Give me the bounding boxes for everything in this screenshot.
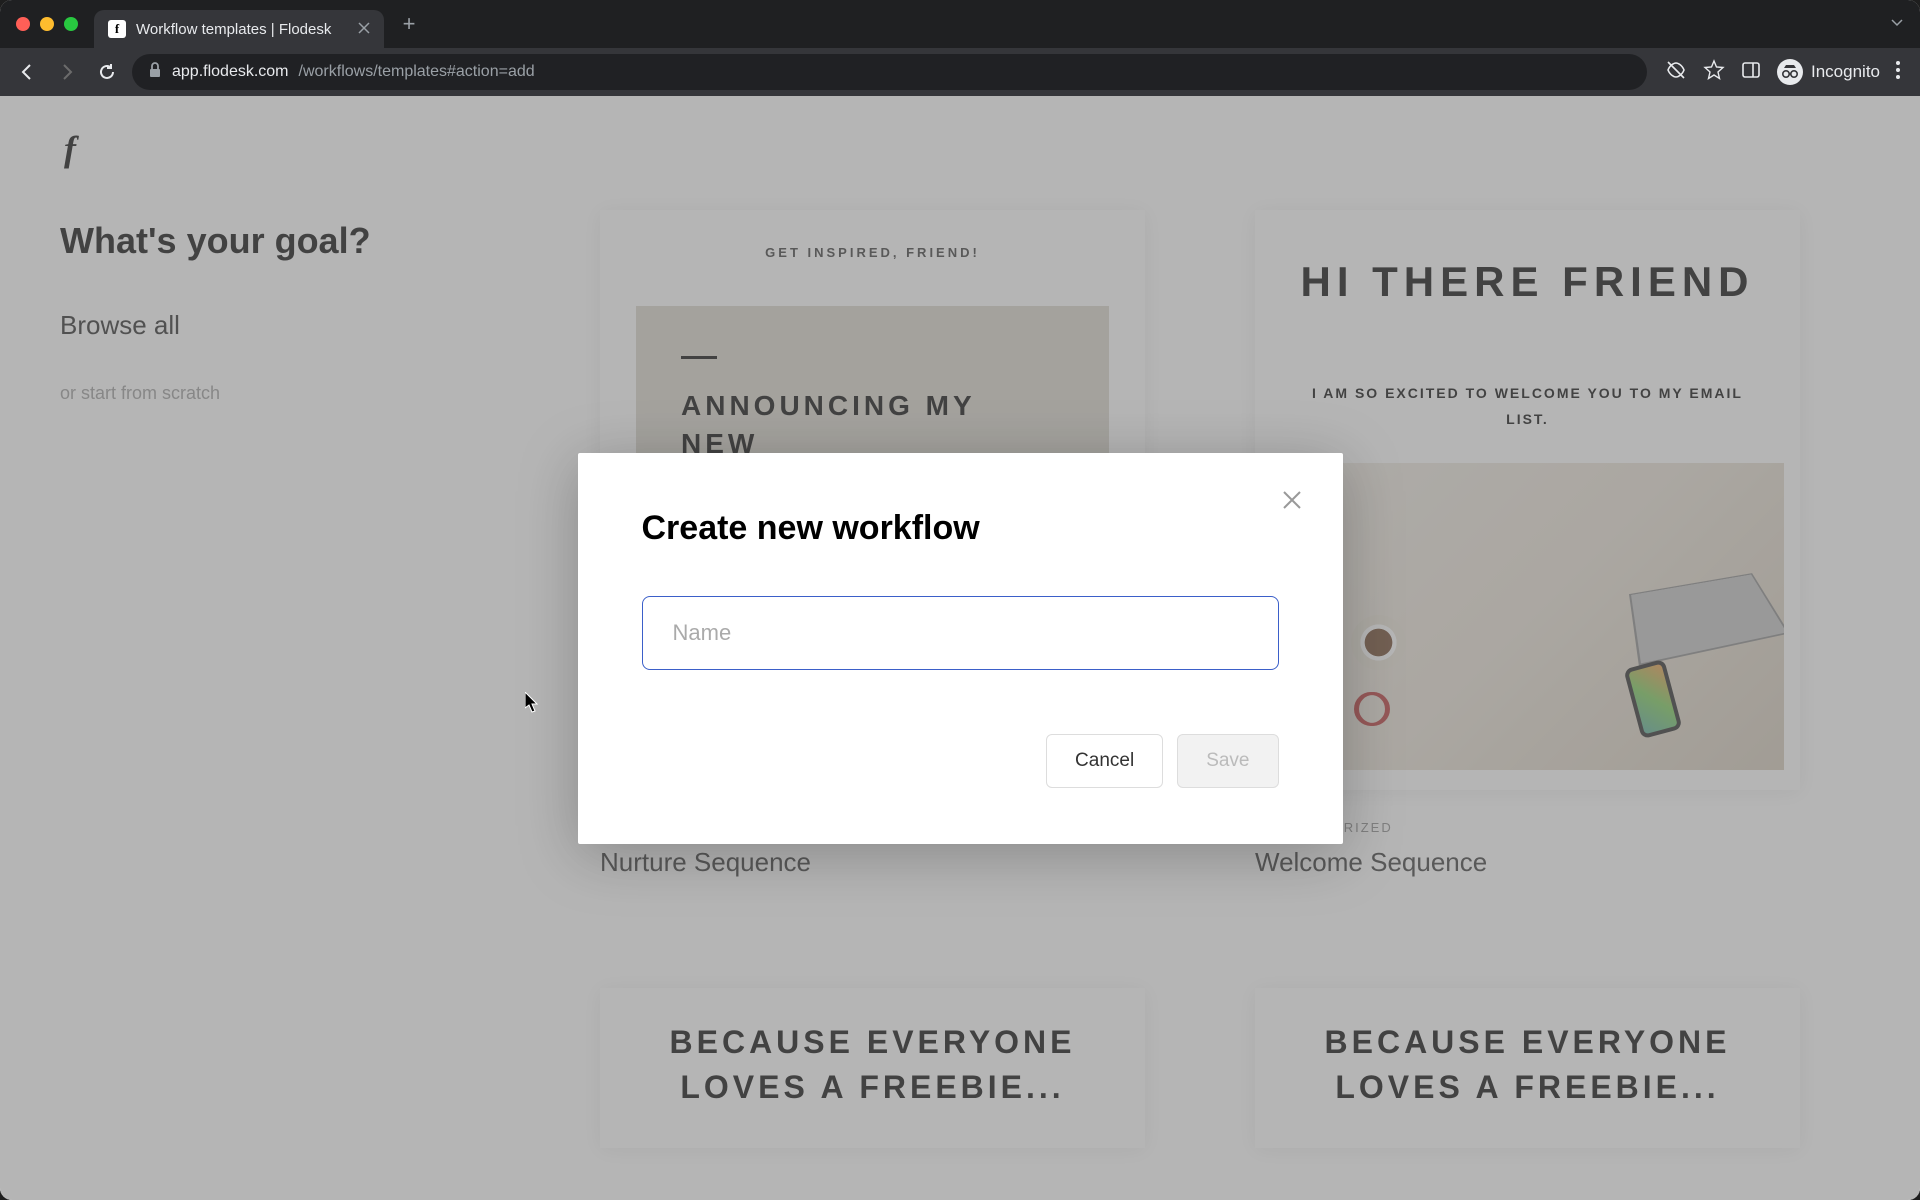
- save-button[interactable]: Save: [1177, 734, 1278, 788]
- incognito-label: Incognito: [1811, 62, 1880, 82]
- window-minimize[interactable]: [40, 17, 54, 31]
- eye-off-icon[interactable]: [1665, 59, 1687, 86]
- forward-button[interactable]: [52, 57, 82, 87]
- window-maximize[interactable]: [64, 17, 78, 31]
- modal-actions: Cancel Save: [642, 734, 1279, 788]
- back-button[interactable]: [12, 57, 42, 87]
- window-controls: [16, 17, 78, 31]
- content-area: f What's your goal? Browse all or start …: [0, 96, 1920, 1200]
- lock-icon: [148, 62, 162, 83]
- panel-icon[interactable]: [1741, 60, 1761, 85]
- window-close[interactable]: [16, 17, 30, 31]
- new-tab-button[interactable]: +: [394, 9, 424, 39]
- url-domain: app.flodesk.com: [172, 63, 289, 81]
- browser-window: f Workflow templates | Flodesk + app.flo…: [0, 0, 1920, 1200]
- modal-close-button[interactable]: [1277, 485, 1307, 515]
- tab-title: Workflow templates | Flodesk: [136, 21, 331, 38]
- tabstrip-menu-icon[interactable]: [1890, 15, 1904, 34]
- incognito-icon: [1777, 59, 1803, 85]
- bookmark-star-icon[interactable]: [1703, 59, 1725, 86]
- create-workflow-modal: Create new workflow Cancel Save: [578, 453, 1343, 844]
- browser-toolbar: app.flodesk.com/workflows/templates#acti…: [0, 48, 1920, 96]
- modal-title: Create new workflow: [642, 509, 1279, 548]
- modal-overlay[interactable]: Create new workflow Cancel Save: [0, 96, 1920, 1200]
- workflow-name-input[interactable]: [642, 596, 1279, 670]
- tab-close-icon[interactable]: [358, 21, 370, 38]
- tab-favicon: f: [108, 20, 126, 38]
- toolbar-actions: Incognito: [1657, 59, 1908, 86]
- reload-button[interactable]: [92, 57, 122, 87]
- address-bar[interactable]: app.flodesk.com/workflows/templates#acti…: [132, 54, 1647, 90]
- titlebar: f Workflow templates | Flodesk +: [0, 0, 1920, 48]
- incognito-badge[interactable]: Incognito: [1777, 59, 1880, 85]
- url-path: /workflows/templates#action=add: [299, 63, 535, 81]
- browser-tab[interactable]: f Workflow templates | Flodesk: [94, 10, 384, 48]
- kebab-menu-icon[interactable]: [1896, 61, 1900, 84]
- cancel-button[interactable]: Cancel: [1046, 734, 1163, 788]
